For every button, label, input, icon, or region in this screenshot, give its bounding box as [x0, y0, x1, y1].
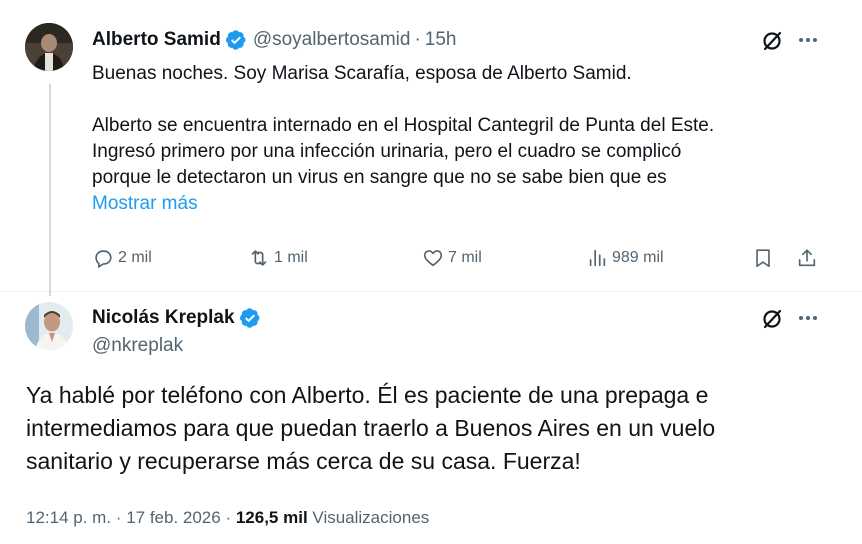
separator-dot: · — [225, 508, 236, 527]
reply-button[interactable]: 2 mil — [92, 244, 152, 272]
views-count: 989 mil — [612, 249, 664, 266]
thread-connector-line — [49, 84, 51, 296]
verified-badge-icon — [225, 29, 247, 51]
original-tweet[interactable]: Alberto Samid @soyalbertosamid · 15h Bue… — [0, 0, 862, 296]
tweet-text-line: Buenas noches. Soy Marisa Scarafía, espo… — [92, 63, 632, 84]
grok-icon[interactable] — [760, 29, 784, 53]
author-name[interactable]: Alberto Samid — [92, 29, 221, 51]
tweet-text-line: Ingresó primero por una infección urinar… — [92, 141, 682, 162]
like-count: 7 mil — [448, 249, 482, 266]
like-button[interactable]: 7 mil — [422, 244, 482, 272]
reply-time[interactable]: 12:14 p. m. — [26, 508, 111, 527]
retweet-count: 1 mil — [274, 249, 308, 266]
bookmark-icon — [756, 249, 770, 268]
reply-text-line: Ya hablé por teléfono con Alberto. Él es… — [26, 382, 709, 408]
reply-metadata: 12:14 p. m. · 17 feb. 2026 · 126,5 mil V… — [26, 508, 429, 528]
views-count: 126,5 mil — [235, 508, 308, 527]
separator-dot: · — [115, 508, 127, 527]
tweet-text-line: porque le detectaron un virus en sangre … — [92, 167, 667, 188]
share-icon — [798, 249, 816, 267]
share-button[interactable] — [796, 244, 822, 272]
reply-icon — [95, 250, 112, 269]
reply-text: Ya hablé por teléfono con Alberto. Él es… — [26, 379, 826, 478]
reply-author-handle[interactable]: @nkreplak — [92, 335, 183, 357]
separator-dot: · — [414, 29, 421, 50]
reply-author-name[interactable]: Nicolás Kreplak — [92, 307, 235, 329]
retweet-icon — [251, 250, 267, 266]
show-more-link[interactable]: Mostrar más — [92, 191, 832, 217]
retweet-button[interactable]: 1 mil — [248, 244, 308, 272]
avatar[interactable] — [25, 23, 73, 71]
views-label: Visualizaciones — [312, 508, 430, 527]
more-icon[interactable] — [794, 26, 822, 54]
tweet-text-line: Alberto se encuentra internado en el Hos… — [92, 115, 715, 136]
avatar[interactable] — [25, 302, 73, 350]
tweet-text: Buenas noches. Soy Marisa Scarafía, espo… — [92, 61, 832, 217]
more-icon[interactable] — [794, 304, 822, 332]
reply-count: 2 mil — [118, 249, 152, 266]
reply-text-line: sanitario y recuperarse más cerca de su … — [26, 448, 581, 474]
tweet-actions: 2 mil 1 mil 7 mil 989 mil — [92, 244, 822, 272]
grok-icon[interactable] — [760, 307, 784, 331]
author-handle[interactable]: @soyalbertosamid — [253, 29, 411, 51]
tweet-header: Alberto Samid @soyalbertosamid · 15h — [92, 28, 456, 52]
views-button[interactable]: 989 mil — [586, 244, 664, 272]
reply-date[interactable]: 17 feb. 2026 — [126, 508, 221, 527]
bookmark-button[interactable] — [752, 244, 778, 272]
verified-badge-icon — [239, 307, 261, 329]
views-icon — [589, 249, 606, 267]
reply-header: Nicolás Kreplak — [92, 306, 267, 330]
reply-text-line: intermediamos para que puedan traerlo a … — [26, 415, 716, 441]
tweet-time[interactable]: 15h — [425, 29, 457, 51]
like-icon — [423, 250, 443, 267]
